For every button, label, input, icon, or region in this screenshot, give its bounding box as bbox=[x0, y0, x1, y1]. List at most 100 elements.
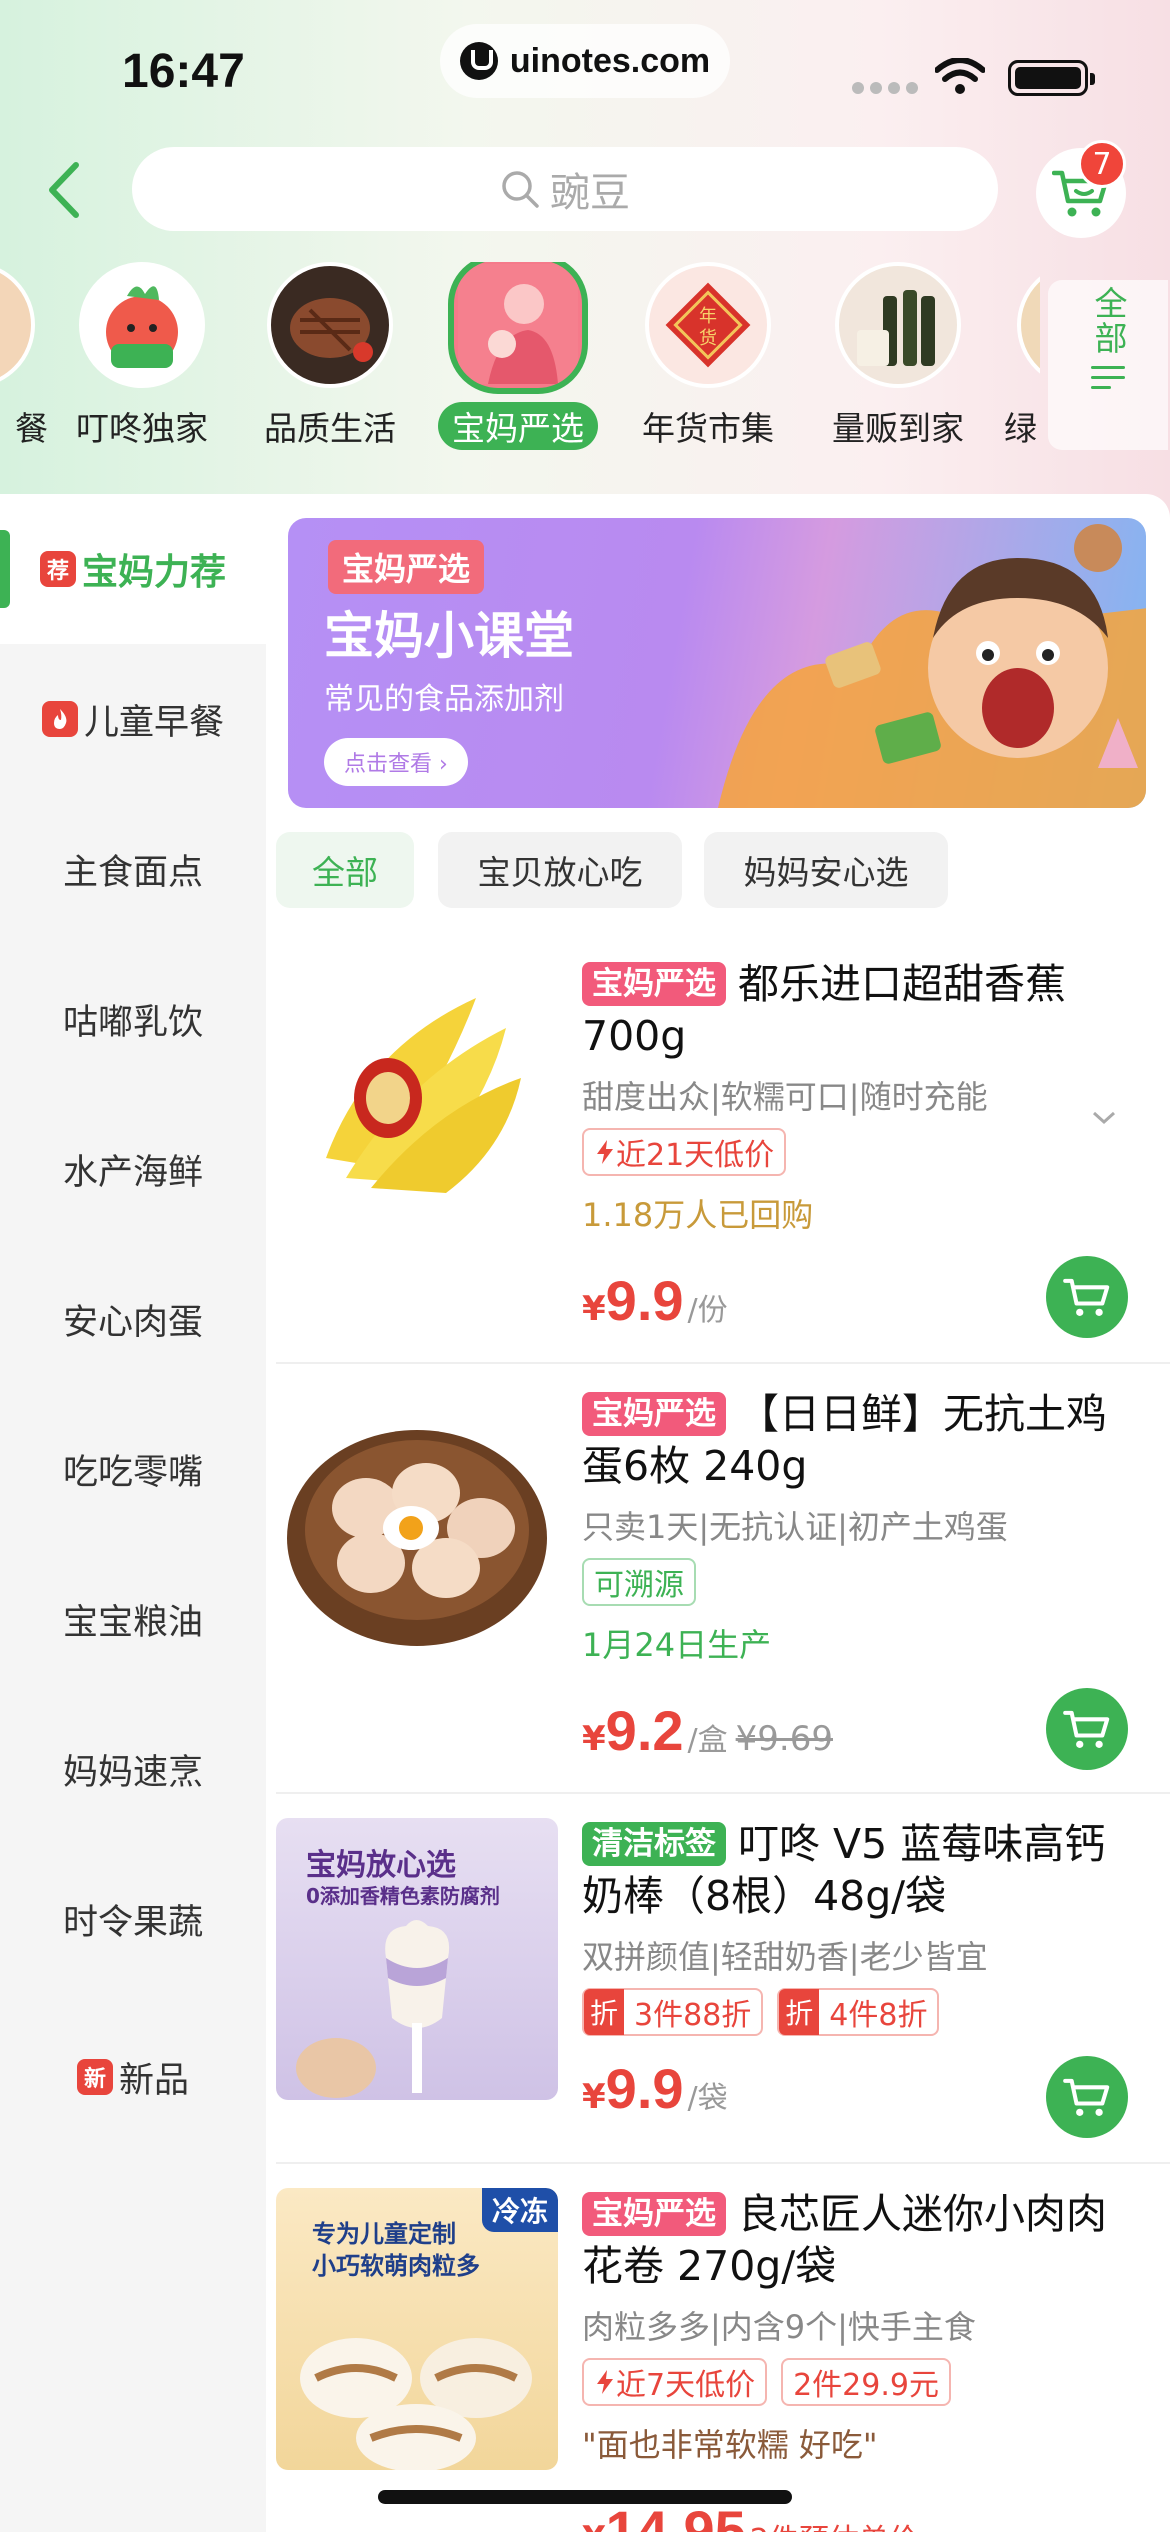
sidebar-item[interactable]: 咕嘟乳饮 bbox=[0, 944, 266, 1094]
banner-title: 宝妈小课堂 bbox=[324, 607, 574, 665]
oil-bottles-icon bbox=[857, 290, 935, 366]
product-badge: 宝妈严选 bbox=[582, 1392, 726, 1436]
price-unit: /盒 bbox=[687, 1723, 728, 1758]
product-title: 宝妈严选 良芯匠人迷你小肉肉花卷 270g/袋 bbox=[582, 2188, 1142, 2292]
sidebar-item[interactable]: 时令果蔬 bbox=[0, 1844, 266, 1994]
add-to-cart-button[interactable] bbox=[1046, 2056, 1128, 2138]
traceable-tag: 可溯源 bbox=[582, 1558, 696, 1606]
recommend-tag: 荐 bbox=[39, 551, 76, 587]
category-image bbox=[0, 262, 35, 388]
price: 9.9 bbox=[605, 2057, 684, 2120]
price-row: ¥ 9.2 /盒 ¥9.69 bbox=[582, 1698, 833, 1763]
tag-text: 近21天低价 bbox=[616, 1138, 775, 1173]
original-price: ¥9.69 bbox=[735, 1719, 833, 1759]
search-icon bbox=[502, 171, 539, 208]
add-to-cart-button[interactable] bbox=[1046, 1688, 1128, 1770]
bundle-price-tag: 2件29.9元 bbox=[781, 2358, 951, 2406]
search-placeholder: 豌豆 bbox=[550, 170, 630, 216]
category-item[interactable]: 量贩到家 bbox=[808, 262, 988, 450]
steak-icon bbox=[290, 298, 373, 362]
category-item-active[interactable]: 宝妈严选 bbox=[428, 262, 608, 450]
sidebar-item[interactable]: 宝宝粮油 bbox=[0, 1544, 266, 1694]
sidebar-item-label: 时令果蔬 bbox=[62, 1902, 203, 1943]
banana-image bbox=[326, 998, 521, 1193]
svg-text:货: 货 bbox=[699, 328, 717, 349]
price-symbol: ¥ bbox=[582, 2519, 606, 2532]
filter-chip-mom[interactable]: 妈妈安心选 bbox=[704, 832, 948, 908]
sidebar-item[interactable]: 新 新品 bbox=[0, 2002, 266, 2152]
category-image bbox=[448, 262, 588, 394]
chevron-left-icon bbox=[49, 162, 79, 218]
product-info: 清洁标签 叮咚 V5 蓝莓味高钙奶棒（8根）48g/袋 双拼颜值|轻甜奶香|老少皆… bbox=[582, 1818, 1142, 2036]
discount-prefix: 折 bbox=[584, 1989, 625, 2035]
sidebar-item-label: 新品 bbox=[118, 2060, 189, 2101]
sidebar-item[interactable]: 吃吃零嘴 bbox=[0, 1394, 266, 1544]
category-image bbox=[267, 262, 393, 388]
filter-chip-baby[interactable]: 宝贝放心吃 bbox=[438, 832, 682, 908]
category-item[interactable]: 叮咚独家 bbox=[52, 262, 232, 450]
sidebar-item[interactable]: 妈妈速烹 bbox=[0, 1694, 266, 1844]
back-button[interactable] bbox=[38, 150, 88, 230]
wifi-icon bbox=[935, 58, 985, 94]
new-year-goods-icon: 年 货 bbox=[665, 282, 751, 368]
meat-roll-image bbox=[300, 2338, 532, 2470]
sidebar-item[interactable]: 安心肉蛋 bbox=[0, 1244, 266, 1394]
product-info: 宝妈严选 【日日鲜】无抗土鸡蛋6枚 240g 只卖1天|无抗认证|初产土鸡蛋 可溯… bbox=[582, 1388, 1142, 1666]
product-title: 宝妈严选 【日日鲜】无抗土鸡蛋6枚 240g bbox=[582, 1388, 1142, 1492]
category-item[interactable]: 品质生活 bbox=[240, 262, 420, 450]
price: 9.2 bbox=[605, 1699, 684, 1762]
product-image bbox=[276, 958, 558, 1240]
sidebar-item[interactable]: 儿童早餐 bbox=[0, 644, 266, 794]
fire-icon bbox=[41, 701, 78, 737]
category-label: 年货市集 bbox=[642, 409, 774, 448]
banner-subtitle: 常见的食品添加剂 bbox=[324, 682, 564, 717]
divider bbox=[276, 1792, 1170, 1794]
tag-text: 4件8折 bbox=[829, 1998, 928, 2033]
category-image bbox=[79, 262, 205, 388]
add-to-cart-button[interactable] bbox=[1046, 1256, 1128, 1338]
low-price-tag: 近21天低价 bbox=[582, 1128, 787, 1176]
product-title: 清洁标签 叮咚 V5 蓝莓味高钙奶棒（8根）48g/袋 bbox=[582, 1818, 1142, 1922]
svg-text:年: 年 bbox=[699, 306, 717, 327]
search-input[interactable]: 豌豆 bbox=[132, 147, 998, 231]
product-badge: 宝妈严选 bbox=[582, 2192, 726, 2236]
all-categories-label: 全部 bbox=[1089, 286, 1128, 356]
category-item[interactable]: 绿 bbox=[990, 262, 1040, 450]
product-subtitle: 只卖1天|无抗认证|初产土鸡蛋 bbox=[582, 1508, 1008, 1546]
category-item[interactable]: 年 货 年货市集 bbox=[618, 262, 798, 450]
milk-stick-image bbox=[296, 1920, 450, 2098]
price-row: ¥ 9.9 /份 bbox=[582, 1268, 728, 1333]
sidebar-item-active[interactable]: 荐 宝妈力荐 bbox=[0, 494, 266, 644]
price-symbol: ¥ bbox=[582, 1719, 606, 1759]
cellular-signal-icon bbox=[852, 82, 918, 94]
promo-banner[interactable]: 宝妈严选 宝妈小课堂 常见的食品添加剂 点击查看 › bbox=[288, 518, 1146, 808]
low-price-tag: 近7天低价 bbox=[582, 2358, 768, 2406]
new-tag: 新 bbox=[76, 2059, 113, 2095]
tag-text: 3件88折 bbox=[634, 1998, 752, 2033]
sidebar: 荐 宝妈力荐 儿童早餐 主食面点 咕嘟乳饮 水产海鲜 安心肉蛋 吃吃零嘴 宝宝粮… bbox=[0, 494, 266, 2532]
filter-chip-all[interactable]: 全部 bbox=[276, 832, 414, 908]
tag-text: 近7天低价 bbox=[616, 2368, 756, 2403]
sidebar-item-label: 咕嘟乳饮 bbox=[62, 1002, 203, 1043]
url-pill: uinotes.com bbox=[440, 24, 730, 98]
sidebar-item[interactable]: 水产海鲜 bbox=[0, 1094, 266, 1244]
product-subtitle: 肉粒多多|内含9个|快手主食 bbox=[582, 2308, 976, 2346]
url-text: uinotes.com bbox=[509, 41, 711, 80]
production-date-note: 1月24日生产 bbox=[582, 1626, 772, 1664]
all-categories-button[interactable]: 全部 bbox=[1048, 280, 1168, 450]
sidebar-item-label: 水产海鲜 bbox=[62, 1152, 203, 1193]
sidebar-item[interactable]: 主食面点 bbox=[0, 794, 266, 944]
price-unit: /份 bbox=[687, 1293, 728, 1328]
category-label: 宝妈严选 bbox=[438, 402, 598, 450]
product-info: 宝妈严选 良芯匠人迷你小肉肉花卷 270g/袋 肉粒多多|内含9个|快手主食 近7… bbox=[582, 2188, 1142, 2466]
product-badge: 清洁标签 bbox=[582, 1822, 726, 1866]
price-unit: /袋 bbox=[687, 2081, 728, 2116]
repurchase-note: 1.18万人已回购 bbox=[582, 1196, 814, 1234]
mother-baby-icon bbox=[458, 264, 578, 384]
chevron-down-icon[interactable] bbox=[1090, 1108, 1118, 1128]
category-image bbox=[1017, 262, 1040, 388]
price-symbol: ¥ bbox=[582, 1289, 606, 1329]
category-label: 品质生活 bbox=[264, 409, 396, 448]
category-label: 量贩到家 bbox=[832, 409, 964, 448]
banner-view-button[interactable]: 点击查看 › bbox=[324, 738, 468, 786]
